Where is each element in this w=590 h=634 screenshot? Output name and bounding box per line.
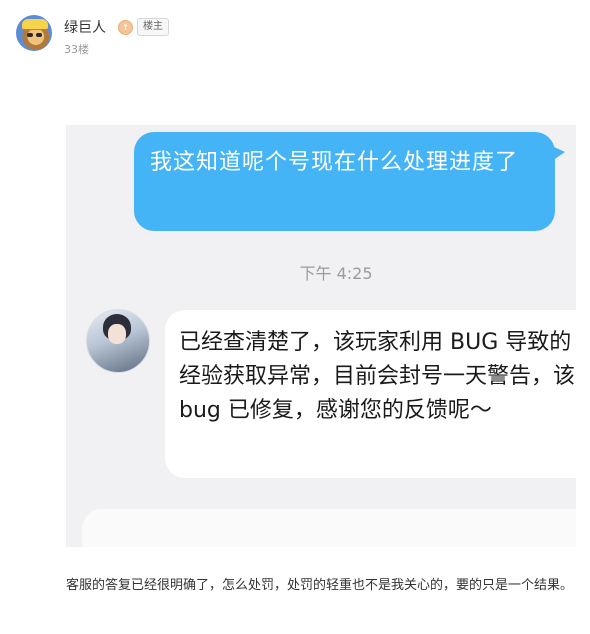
reply-message-bubble: 已经查清楚了，该玩家利用 BUG 导致的经验获取异常，目前会封号一天警告，该 b… xyxy=(165,310,576,478)
sent-message-bubble: 我这知道呢个号现在什么处理进度了 xyxy=(134,132,565,231)
partial-message-bubble xyxy=(82,509,576,547)
comment-text: 客服的答复已经很明确了，怎么处罚，处罚的轻重也不是我关心的，要的只是一个结果。 xyxy=(66,578,574,593)
chat-timestamp: 下午 4:25 xyxy=(299,264,373,283)
owner-tag: 楼主 xyxy=(137,18,169,36)
username[interactable]: 绿巨人 xyxy=(64,17,106,37)
chat-screenshot-image[interactable]: 我这知道呢个号现在什么处理进度了 下午 4:25 已经查清楚了，该玩家利用 BU… xyxy=(66,125,576,547)
reply-message-text: 已经查清楚了，该玩家利用 BUG 导致的经验获取异常，目前会封号一天警告，该 b… xyxy=(179,330,576,423)
support-agent-avatar xyxy=(86,309,150,373)
floor-number: 33楼 xyxy=(64,43,89,56)
user-avatar[interactable] xyxy=(16,15,52,51)
sent-message-text: 我这知道呢个号现在什么处理进度了 xyxy=(150,150,519,175)
level-badge-icon: ↑ xyxy=(118,20,133,35)
reply-post: 绿巨人 ↑ 楼主 33楼 我这知道呢个号现在什么处理进度了 下午 4:25 已经… xyxy=(0,0,590,634)
